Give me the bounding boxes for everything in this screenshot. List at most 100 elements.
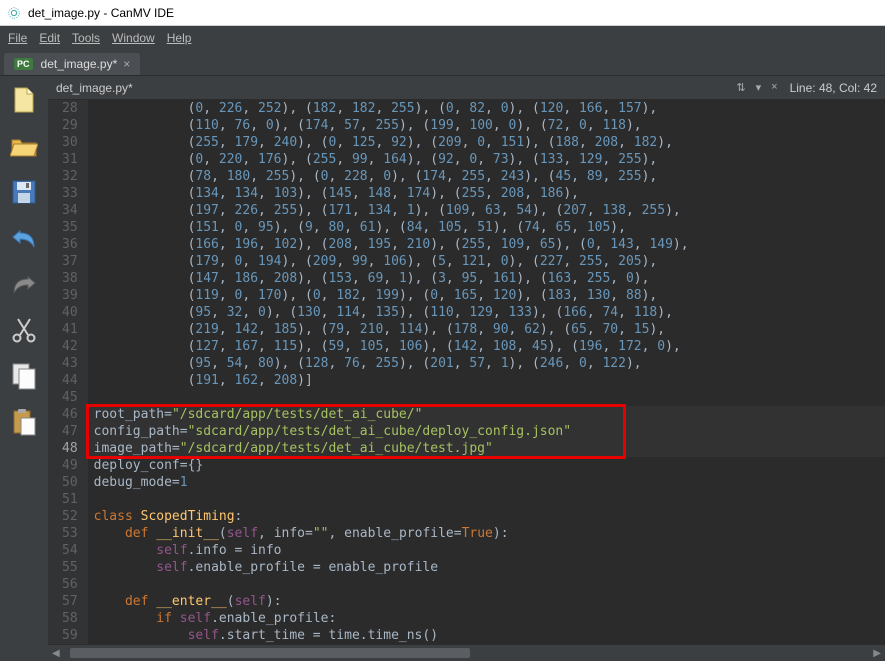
- line-number: 41: [48, 321, 88, 338]
- editor-subtab-row: det_image.py* ⇅ ▾ × Line: 48, Col: 42: [48, 76, 885, 100]
- code-content[interactable]: (219, 142, 185), (79, 210, 114), (178, 9…: [88, 321, 885, 338]
- code-line[interactable]: 57 def __enter__(self):: [48, 593, 885, 610]
- code-content[interactable]: self.info = info: [88, 542, 885, 559]
- file-tab-label: det_image.py*: [41, 57, 118, 71]
- close-icon[interactable]: ×: [771, 81, 777, 94]
- scroll-left-arrow[interactable]: ◀: [52, 648, 60, 659]
- code-line[interactable]: 59 self.start_time = time.time_ns(): [48, 627, 885, 644]
- split-columns-icon[interactable]: ⇅: [736, 81, 745, 94]
- code-line[interactable]: 48image_path="/sdcard/app/tests/det_ai_c…: [48, 440, 885, 457]
- menu-file[interactable]: File: [8, 31, 27, 45]
- code-line[interactable]: 31 (0, 220, 176), (255, 99, 164), (92, 0…: [48, 151, 885, 168]
- menu-edit[interactable]: Edit: [39, 31, 60, 45]
- code-line[interactable]: 44 (191, 162, 208)]: [48, 372, 885, 389]
- code-content[interactable]: self.enable_profile = enable_profile: [88, 559, 885, 576]
- code-line[interactable]: 33 (134, 134, 103), (145, 148, 174), (25…: [48, 185, 885, 202]
- code-content[interactable]: (0, 220, 176), (255, 99, 164), (92, 0, 7…: [88, 151, 885, 168]
- code-line[interactable]: 54 self.info = info: [48, 542, 885, 559]
- code-line[interactable]: 34 (197, 226, 255), (171, 134, 1), (109,…: [48, 202, 885, 219]
- code-line[interactable]: 37 (179, 0, 194), (209, 99, 106), (5, 12…: [48, 253, 885, 270]
- app-icon: [6, 5, 22, 21]
- code-content[interactable]: (95, 54, 80), (128, 76, 255), (201, 57, …: [88, 355, 885, 372]
- line-number: 38: [48, 270, 88, 287]
- file-tab-det-image[interactable]: PC det_image.py* ×: [4, 53, 140, 75]
- code-content[interactable]: (134, 134, 103), (145, 148, 174), (255, …: [88, 185, 885, 202]
- cut-button[interactable]: [8, 314, 40, 346]
- code-content[interactable]: class ScopedTiming:: [88, 508, 885, 525]
- menu-tools[interactable]: Tools: [72, 31, 100, 45]
- code-line[interactable]: 43 (95, 54, 80), (128, 76, 255), (201, 5…: [48, 355, 885, 372]
- code-content[interactable]: (147, 186, 208), (153, 69, 1), (3, 95, 1…: [88, 270, 885, 287]
- line-number: 47: [48, 423, 88, 440]
- code-line[interactable]: 40 (95, 32, 0), (130, 114, 135), (110, 1…: [48, 304, 885, 321]
- editor-subtab-name[interactable]: det_image.py*: [56, 81, 133, 95]
- horizontal-scrollbar[interactable]: ◀ ▶: [48, 645, 885, 661]
- code-line[interactable]: 38 (147, 186, 208), (153, 69, 1), (3, 95…: [48, 270, 885, 287]
- code-content[interactable]: (119, 0, 170), (0, 182, 199), (0, 165, 1…: [88, 287, 885, 304]
- code-content[interactable]: [88, 491, 885, 508]
- code-content[interactable]: (166, 196, 102), (208, 195, 210), (255, …: [88, 236, 885, 253]
- code-content[interactable]: (110, 76, 0), (174, 57, 255), (199, 100,…: [88, 117, 885, 134]
- code-content[interactable]: (95, 32, 0), (130, 114, 135), (110, 129,…: [88, 304, 885, 321]
- line-number: 56: [48, 576, 88, 593]
- paste-button[interactable]: [8, 406, 40, 438]
- line-number: 49: [48, 457, 88, 474]
- close-icon[interactable]: ×: [123, 57, 130, 71]
- code-line[interactable]: 39 (119, 0, 170), (0, 182, 199), (0, 165…: [48, 287, 885, 304]
- code-content[interactable]: self.start_time = time.time_ns(): [88, 627, 885, 644]
- code-line[interactable]: 51: [48, 491, 885, 508]
- menu-help[interactable]: Help: [167, 31, 192, 45]
- code-line[interactable]: 32 (78, 180, 255), (0, 228, 0), (174, 25…: [48, 168, 885, 185]
- code-content[interactable]: (151, 0, 95), (9, 80, 61), (84, 105, 51)…: [88, 219, 885, 236]
- code-content[interactable]: [88, 576, 885, 593]
- code-content[interactable]: (191, 162, 208)]: [88, 372, 885, 389]
- code-line[interactable]: 28 (0, 226, 252), (182, 182, 255), (0, 8…: [48, 100, 885, 117]
- code-line[interactable]: 55 self.enable_profile = enable_profile: [48, 559, 885, 576]
- open-folder-button[interactable]: [8, 130, 40, 162]
- line-number: 45: [48, 389, 88, 406]
- code-content[interactable]: (127, 167, 115), (59, 105, 106), (142, 1…: [88, 338, 885, 355]
- dropdown-icon[interactable]: ▾: [756, 81, 762, 94]
- save-button[interactable]: [8, 176, 40, 208]
- menu-window[interactable]: Window: [112, 31, 155, 45]
- code-content[interactable]: deploy_conf={}: [88, 457, 885, 474]
- code-line[interactable]: 56: [48, 576, 885, 593]
- code-content[interactable]: (179, 0, 194), (209, 99, 106), (5, 121, …: [88, 253, 885, 270]
- code-line[interactable]: 49deploy_conf={}: [48, 457, 885, 474]
- code-content[interactable]: def __init__(self, info="", enable_profi…: [88, 525, 885, 542]
- scroll-right-arrow[interactable]: ▶: [873, 648, 881, 659]
- code-line[interactable]: 45: [48, 389, 885, 406]
- new-file-button[interactable]: [8, 84, 40, 116]
- code-line[interactable]: 41 (219, 142, 185), (79, 210, 114), (178…: [48, 321, 885, 338]
- code-content[interactable]: config_path="sdcard/app/tests/det_ai_cub…: [88, 423, 885, 440]
- undo-button[interactable]: [8, 222, 40, 254]
- code-content[interactable]: root_path="/sdcard/app/tests/det_ai_cube…: [88, 406, 885, 423]
- code-content[interactable]: image_path="/sdcard/app/tests/det_ai_cub…: [88, 440, 885, 457]
- line-number: 48: [48, 440, 88, 457]
- code-line[interactable]: 58 if self.enable_profile:: [48, 610, 885, 627]
- code-line[interactable]: 46root_path="/sdcard/app/tests/det_ai_cu…: [48, 406, 885, 423]
- code-line[interactable]: 50debug_mode=1: [48, 474, 885, 491]
- line-number: 42: [48, 338, 88, 355]
- code-content[interactable]: def __enter__(self):: [88, 593, 885, 610]
- code-line[interactable]: 30 (255, 179, 240), (0, 125, 92), (209, …: [48, 134, 885, 151]
- redo-button[interactable]: [8, 268, 40, 300]
- code-content[interactable]: (197, 226, 255), (171, 134, 1), (109, 63…: [88, 202, 885, 219]
- code-content[interactable]: if self.enable_profile:: [88, 610, 885, 627]
- code-content[interactable]: (0, 226, 252), (182, 182, 255), (0, 82, …: [88, 100, 885, 117]
- code-line[interactable]: 53 def __init__(self, info="", enable_pr…: [48, 525, 885, 542]
- code-content[interactable]: debug_mode=1: [88, 474, 885, 491]
- code-line[interactable]: 35 (151, 0, 95), (9, 80, 61), (84, 105, …: [48, 219, 885, 236]
- code-line[interactable]: 29 (110, 76, 0), (174, 57, 255), (199, 1…: [48, 117, 885, 134]
- code-editor[interactable]: 28 (0, 226, 252), (182, 182, 255), (0, 8…: [48, 100, 885, 645]
- code-content[interactable]: [88, 389, 885, 406]
- code-line[interactable]: 36 (166, 196, 102), (208, 195, 210), (25…: [48, 236, 885, 253]
- code-line[interactable]: 52class ScopedTiming:: [48, 508, 885, 525]
- scrollbar-thumb[interactable]: [70, 648, 470, 658]
- line-number: 54: [48, 542, 88, 559]
- code-content[interactable]: (78, 180, 255), (0, 228, 0), (174, 255, …: [88, 168, 885, 185]
- code-content[interactable]: (255, 179, 240), (0, 125, 92), (209, 0, …: [88, 134, 885, 151]
- code-line[interactable]: 47config_path="sdcard/app/tests/det_ai_c…: [48, 423, 885, 440]
- copy-button[interactable]: [8, 360, 40, 392]
- code-line[interactable]: 42 (127, 167, 115), (59, 105, 106), (142…: [48, 338, 885, 355]
